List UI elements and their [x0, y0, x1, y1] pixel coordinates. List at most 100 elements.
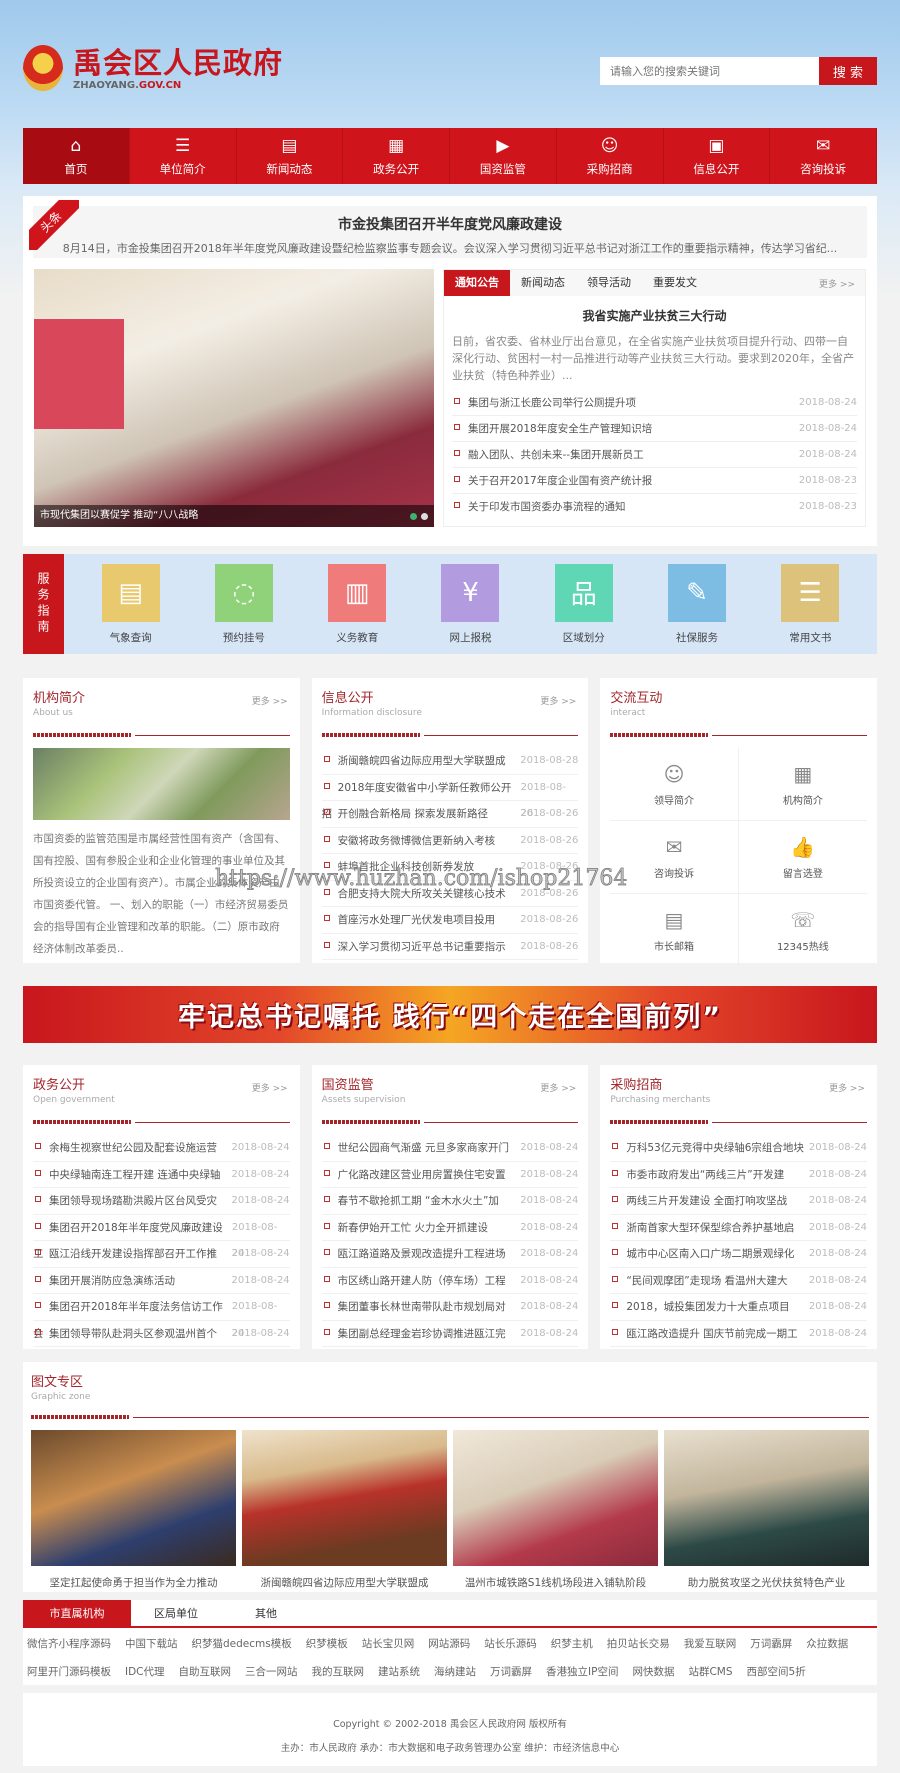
list-item[interactable]: 瓯江沿线开发建设指挥部召开工作推 2018-08-24	[33, 1241, 290, 1268]
search-button[interactable]: 搜 索	[819, 57, 877, 85]
more-link[interactable]: 更多 >>	[829, 1081, 865, 1094]
friend-link[interactable]: 织梦主机	[551, 1630, 593, 1658]
site-logo[interactable]: 禹会区人民政府 ZHAOYANG.GOV.CN	[23, 45, 283, 91]
nav-item[interactable]: ☺ 采购招商	[557, 128, 664, 184]
friend-link[interactable]: 拍贝站长交易	[607, 1630, 670, 1658]
friend-link[interactable]: 织梦模板	[306, 1630, 348, 1658]
list-item[interactable]: 浙南首家大型环保型综合养护基地启 2018-08-24	[610, 1215, 868, 1241]
nav-item[interactable]: ⌂ 首页	[23, 128, 130, 184]
list-item[interactable]: 瓯江路道路及景观改造提升工程进场 2018-08-24	[321, 1241, 579, 1268]
friend-link[interactable]: 万词霸屏	[490, 1658, 532, 1686]
nav-item[interactable]: ▶ 国资监管	[450, 128, 557, 184]
item-title[interactable]: 集团召开2018年半年度党风廉政建设工	[33, 1215, 232, 1261]
gallery-image[interactable]	[664, 1430, 869, 1566]
list-item[interactable]: 集团召开2018年半年度党风廉政建设工 2018-08-24	[33, 1215, 290, 1261]
nav-item[interactable]: ▣ 信息公开	[664, 128, 771, 184]
list-item[interactable]: 城市中心区南入口广场二期景观绿化 2018-08-24	[610, 1241, 868, 1268]
tab-city-agencies[interactable]: 市直属机构	[23, 1600, 131, 1626]
friend-link[interactable]: 网快数据	[632, 1658, 674, 1686]
nav-item[interactable]: ✉ 咨询投诉	[770, 128, 877, 184]
friend-link[interactable]: 海纳建站	[434, 1658, 476, 1686]
gallery-image[interactable]	[242, 1430, 447, 1566]
list-item[interactable]: 集团领导现场踏勘洪殿片区台风受灾 2018-08-24	[33, 1188, 290, 1215]
gallery-item[interactable]: 温州市城铁路S1线机场段进入铺轨阶段	[453, 1430, 658, 1590]
friend-link[interactable]: 香港独立IP空间	[546, 1658, 618, 1686]
more-link[interactable]: 更多 >>	[252, 1081, 288, 1094]
list-item[interactable]: 融入团队、共创未来--集团开展新员工 2018-08-24	[452, 442, 857, 468]
item-title[interactable]: 关于印发市国资委办事流程的通知	[452, 494, 626, 520]
friend-link[interactable]: 网站源码	[428, 1630, 470, 1658]
item-title[interactable]: “民间观摩团”走现场 看温州大建大	[610, 1268, 787, 1294]
list-item[interactable]: 集团与浙江长鹿公司举行公厕提升项 2018-08-24	[452, 390, 857, 416]
list-item[interactable]: 2018，城投集团发力十大重点项目 2018-08-24	[610, 1294, 868, 1321]
list-item[interactable]: 首座污水处理厂光伏发电项目投用 2018-08-26	[321, 907, 579, 934]
item-title[interactable]: 集团与浙江长鹿公司举行公厕提升项	[452, 390, 636, 415]
item-title[interactable]: 集团董事长林世南带队赴市规划局对	[322, 1294, 506, 1320]
gallery-caption[interactable]: 浙闽赣皖四省边际应用型大学联盟成	[242, 1575, 447, 1590]
friend-link[interactable]: 三合一网站	[245, 1658, 298, 1686]
service-item[interactable]: ▥ 义务教育	[328, 563, 387, 645]
service-item[interactable]: ☰ 常用文书	[781, 563, 840, 645]
search-input[interactable]	[600, 57, 819, 85]
list-item[interactable]: 春节不歇抢抓工期 “金木水火土”加 2018-08-24	[321, 1188, 579, 1215]
friend-link[interactable]: 织梦猫dedecms模板	[192, 1630, 292, 1658]
list-item[interactable]: 新春伊始开工忙 火力全开抓建设 2018-08-24	[321, 1215, 579, 1241]
friend-link[interactable]: 中国下载站	[125, 1630, 178, 1658]
gallery-caption[interactable]: 温州市城铁路S1线机场段进入铺轨阶段	[453, 1575, 658, 1590]
list-item[interactable]: 两线三片开发建设 全面打响攻坚战 2018-08-24	[610, 1188, 868, 1215]
list-item[interactable]: 集团开展2018年度安全生产管理知识培 2018-08-24	[452, 416, 857, 442]
item-title[interactable]: 瓯江路道路及景观改造提升工程进场	[322, 1241, 506, 1267]
item-title[interactable]: 集团领导现场踏勘洪殿片区台风受灾	[33, 1188, 217, 1214]
item-title[interactable]: 2018，城投集团发力十大重点项目	[610, 1294, 789, 1320]
slider-dot[interactable]	[410, 513, 417, 520]
friend-link[interactable]: 阿里开门源码模板	[27, 1658, 111, 1686]
gallery-caption[interactable]: 坚定扛起使命勇于担当作为全力推动	[31, 1575, 236, 1590]
item-title[interactable]: 广化路改建区营业用房置换住宅安置	[322, 1162, 506, 1188]
interact-item[interactable]: ✉ 咨询投诉	[610, 821, 739, 894]
item-title[interactable]: 集团副总经理金岩珍协调推进瓯江完	[322, 1321, 506, 1347]
gallery-item[interactable]: 助力脱贫攻坚之光伏扶贫特色产业	[664, 1430, 869, 1590]
interact-item[interactable]: ▤ 市长邮箱	[610, 894, 739, 967]
list-item[interactable]: “民间观摩团”走现场 看温州大建大 2018-08-24	[610, 1268, 868, 1294]
gallery-item[interactable]: 坚定扛起使命勇于担当作为全力推动	[31, 1430, 236, 1590]
list-item[interactable]: 余梅生视察世纪公园及配套设施运营 2018-08-24	[33, 1135, 290, 1162]
list-item[interactable]: 集团开展消防应急演练活动 2018-08-24	[33, 1268, 290, 1294]
list-item[interactable]: 集团领导带队赴洞头区参观温州首个 2018-08-24	[33, 1321, 290, 1347]
promo-banner[interactable]: 牢记总书记嘱托 践行“四个走在全国前列”	[23, 986, 877, 1043]
tab-leaders[interactable]: 领导活动	[576, 270, 642, 296]
list-item[interactable]: 集团董事长林世南带队赴市规划局对 2018-08-24	[321, 1294, 579, 1321]
more-link[interactable]: 更多 >>	[819, 277, 855, 290]
service-item[interactable]: ◌ 预约挂号	[214, 563, 273, 645]
item-title[interactable]: 瓯江沿线开发建设指挥部召开工作推	[33, 1241, 217, 1267]
item-title[interactable]: 首座污水处理厂光伏发电项目投用	[322, 907, 496, 933]
slider-dot[interactable]	[421, 513, 428, 520]
friend-link[interactable]: 站群CMS	[688, 1658, 732, 1686]
slider-caption[interactable]: 市现代集团以赛促学 推动“八八战略	[34, 505, 434, 527]
about-image[interactable]	[33, 748, 290, 820]
item-title[interactable]: 浙闽赣皖四省边际应用型大学联盟成	[322, 748, 506, 774]
headline-title[interactable]: 市金投集团召开半年度党风廉政建设	[33, 214, 867, 234]
list-item[interactable]: 瓯江路改造提升 国庆节前完成一期工 2018-08-24	[610, 1321, 868, 1347]
item-title[interactable]: 世纪公园商气渐盛 元旦多家商家开门	[322, 1135, 509, 1161]
list-item[interactable]: 关于印发市国资委办事流程的通知 2018-08-23	[452, 494, 857, 520]
friend-link[interactable]: 自助互联网	[179, 1658, 232, 1686]
image-slider[interactable]: 市现代集团以赛促学 推动“八八战略	[34, 269, 434, 527]
list-item[interactable]: 广化路改建区营业用房置换住宅安置 2018-08-24	[321, 1162, 579, 1188]
more-link[interactable]: 更多 >>	[540, 1081, 576, 1094]
friend-link[interactable]: 建站系统	[378, 1658, 420, 1686]
friend-link[interactable]: 站长宝贝网	[362, 1630, 415, 1658]
interact-item[interactable]: ☺ 领导简介	[610, 748, 739, 821]
friend-link[interactable]: 众拉数据	[806, 1630, 848, 1658]
list-item[interactable]: 2018年度安徽省中小学新任教师公开招 2018-08-26	[321, 775, 579, 820]
item-title[interactable]: 集团召开2018年半年度法务信访工作会	[33, 1294, 232, 1340]
friend-link[interactable]: 站长乐源码	[484, 1630, 537, 1658]
gallery-image[interactable]	[453, 1430, 658, 1566]
service-item[interactable]: ¥ 网上报税	[441, 563, 500, 645]
item-title[interactable]: 城市中心区南入口广场二期景观绿化	[610, 1241, 794, 1267]
list-item[interactable]: 深入学习贯彻习近平总书记重要指示 2018-08-26	[321, 934, 579, 960]
item-title[interactable]: 两线三片开发建设 全面打响攻坚战	[610, 1188, 787, 1214]
item-title[interactable]: 集团开展2018年度安全生产管理知识培	[452, 416, 652, 441]
service-item[interactable]: 品区域划分	[554, 563, 613, 645]
item-title[interactable]: 春节不歇抢抓工期 “金木水火土”加	[322, 1188, 499, 1214]
list-item[interactable]: 中央绿轴南连工程开建 连通中央绿轴 2018-08-24	[33, 1162, 290, 1188]
